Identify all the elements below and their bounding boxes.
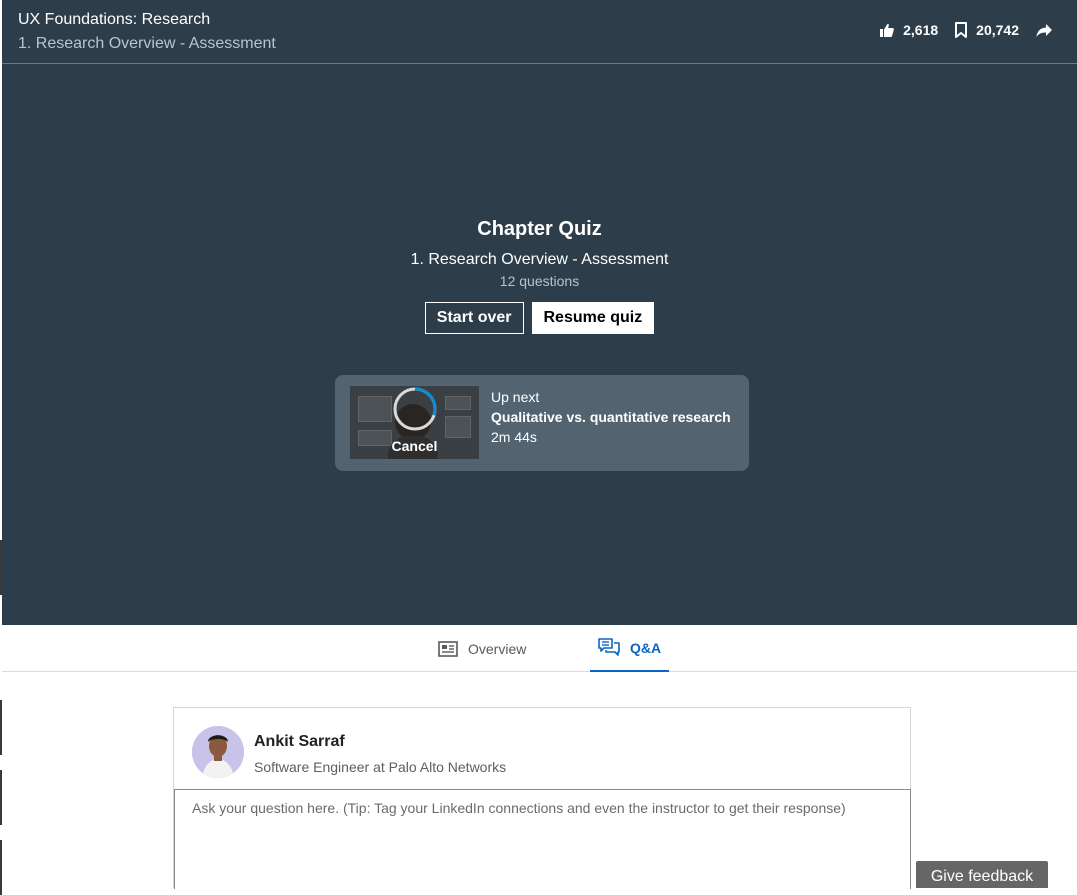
start-over-button[interactable]: Start over: [424, 302, 524, 334]
quiz-actions: Start over Resume quiz: [2, 302, 1077, 334]
user-avatar-image: [192, 726, 244, 778]
give-feedback-button[interactable]: Give feedback: [916, 861, 1048, 888]
share-button[interactable]: [1035, 22, 1053, 38]
tab-overview[interactable]: Overview: [438, 625, 526, 672]
save-count: 20,742: [976, 22, 1019, 38]
cancel-autoplay-button[interactable]: Cancel: [350, 438, 479, 454]
question-input[interactable]: [174, 789, 911, 889]
video-title: 1. Research Overview - Assessment: [18, 35, 276, 52]
edge-mark: [0, 840, 2, 895]
like-button[interactable]: 2,618: [879, 22, 938, 38]
up-next-label: Up next: [491, 389, 540, 405]
up-next-card[interactable]: Cancel Up next Qualitative vs. quantitat…: [335, 375, 749, 471]
content-tabs: Overview Q&A: [2, 625, 1077, 672]
user-name: Ankit Sarraf: [254, 733, 345, 750]
avatar: [192, 726, 244, 778]
like-count: 2,618: [903, 22, 939, 38]
quiz-section: 1. Research Overview - Assessment: [410, 251, 669, 268]
overview-icon: [438, 640, 458, 657]
thumb-block: [358, 396, 392, 422]
up-next-duration: 2m 44s: [491, 429, 537, 445]
share-arrow-icon: [1036, 24, 1052, 37]
tab-qa-label: Q&A: [629, 639, 662, 656]
ask-question-card: Ankit Sarraf Software Engineer at Palo A…: [173, 707, 911, 889]
user-headline: Software Engineer at Palo Alto Networks: [254, 759, 507, 775]
video-player: UX Foundations: Research 1. Research Ove…: [2, 0, 1077, 625]
tab-overview-label: Overview: [468, 640, 527, 657]
save-button[interactable]: 20,742: [954, 22, 1019, 38]
edge-mark: [0, 770, 2, 825]
bookmark-icon: [955, 22, 968, 38]
resume-quiz-button[interactable]: Resume quiz: [531, 302, 655, 334]
thumb-block: [445, 396, 471, 410]
chapter-quiz-panel: Chapter Quiz 1. Research Overview - Asse…: [2, 218, 1077, 334]
qa-icon: [598, 637, 620, 656]
up-next-info: Up next Qualitative vs. quantitative res…: [491, 389, 731, 445]
player-header: UX Foundations: Research 1. Research Ove…: [2, 0, 1077, 64]
up-next-title[interactable]: Qualitative vs. quantitative research: [491, 409, 731, 425]
up-next-thumbnail: Cancel: [350, 386, 479, 459]
thumbs-up-icon: [880, 24, 895, 37]
course-stats: 2,618 20,742: [863, 22, 1053, 38]
quiz-title: Chapter Quiz: [477, 218, 602, 240]
tab-qa[interactable]: Q&A: [590, 625, 669, 672]
quiz-question-count: 12 questions: [499, 273, 580, 289]
thumb-block: [445, 416, 471, 438]
course-title[interactable]: UX Foundations: Research: [18, 11, 210, 29]
countdown-spinner-icon: [393, 387, 437, 431]
edge-mark: [0, 700, 2, 755]
